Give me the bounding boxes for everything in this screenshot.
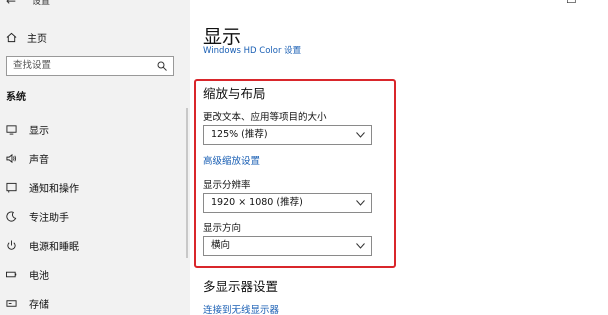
- orientation-label: 显示方向: [203, 223, 242, 234]
- chevron-down-icon: [356, 200, 365, 206]
- sidebar-item-sound[interactable]: 声音: [6, 151, 49, 166]
- scale-layout-heading: 缩放与布局: [203, 86, 266, 101]
- multi-display-heading: 多显示器设置: [203, 279, 279, 294]
- sidebar-item-focus-assist[interactable]: 专注助手: [6, 209, 69, 224]
- text-size-dropdown[interactable]: 125% (推荐): [203, 125, 372, 145]
- connect-wireless-display-link[interactable]: 连接到无线显示器: [203, 302, 279, 315]
- moon-icon: [6, 211, 17, 222]
- hd-color-settings-link[interactable]: Windows HD Color 设置: [203, 44, 301, 56]
- sidebar-item-notifications[interactable]: 通知和操作: [6, 180, 79, 195]
- orientation-value: 横向: [211, 240, 231, 251]
- sidebar-item-power-sleep[interactable]: 电源和睡眠: [6, 238, 79, 253]
- chevron-down-icon: [356, 243, 365, 249]
- sidebar: ← 设置 主页 查找设置 系统 显示 声音 通知和操作 专注助手 电源和睡眠 电…: [0, 0, 190, 315]
- sidebar-item-label: 显示: [29, 126, 49, 137]
- home-icon: [6, 32, 17, 43]
- sidebar-item-label: 声音: [29, 155, 49, 166]
- power-icon: [7, 240, 16, 250]
- app-title: 设置: [32, 0, 51, 7]
- resolution-value: 1920 × 1080 (推荐): [211, 197, 303, 208]
- search-icon: [157, 61, 167, 71]
- notification-icon: [6, 182, 17, 193]
- advanced-scaling-link[interactable]: 高级缩放设置: [203, 153, 260, 167]
- orientation-dropdown[interactable]: 横向: [203, 236, 372, 256]
- resolution-label: 显示分辨率: [203, 180, 251, 191]
- sidebar-item-label: 通知和操作: [29, 184, 79, 195]
- storage-icon: [6, 300, 17, 307]
- sidebar-item-label: 存储: [29, 300, 49, 311]
- search-placeholder: 查找设置: [13, 60, 52, 71]
- sidebar-scrollbar[interactable]: [186, 108, 188, 258]
- sidebar-item-label: 电池: [29, 271, 49, 282]
- chevron-down-icon: [356, 132, 365, 138]
- sidebar-item-label: 电源和睡眠: [29, 242, 79, 253]
- sidebar-item-home[interactable]: 主页: [6, 30, 47, 45]
- text-size-label: 更改文本、应用等项目的大小: [203, 112, 327, 123]
- settings-window: ← 设置 主页 查找设置 系统 显示 声音 通知和操作 专注助手 电源和睡眠 电…: [0, 0, 608, 315]
- sidebar-item-label: 主页: [27, 34, 47, 45]
- back-button[interactable]: ←: [6, 0, 16, 8]
- battery-icon: [6, 271, 17, 278]
- sidebar-item-storage[interactable]: 存储: [6, 296, 49, 311]
- monitor-icon: [6, 125, 17, 135]
- search-input[interactable]: 查找设置: [6, 56, 174, 76]
- sidebar-item-display[interactable]: 显示: [6, 122, 49, 137]
- minimize-button[interactable]: —: [520, 0, 532, 6]
- resolution-dropdown[interactable]: 1920 × 1080 (推荐): [203, 193, 372, 213]
- sidebar-item-label: 专注助手: [29, 213, 69, 224]
- text-size-value: 125% (推荐): [211, 129, 268, 140]
- section-heading: 系统: [6, 92, 26, 103]
- sidebar-item-battery[interactable]: 电池: [6, 267, 49, 282]
- speaker-icon: [6, 153, 17, 164]
- maximize-button[interactable]: ☐: [566, 0, 577, 6]
